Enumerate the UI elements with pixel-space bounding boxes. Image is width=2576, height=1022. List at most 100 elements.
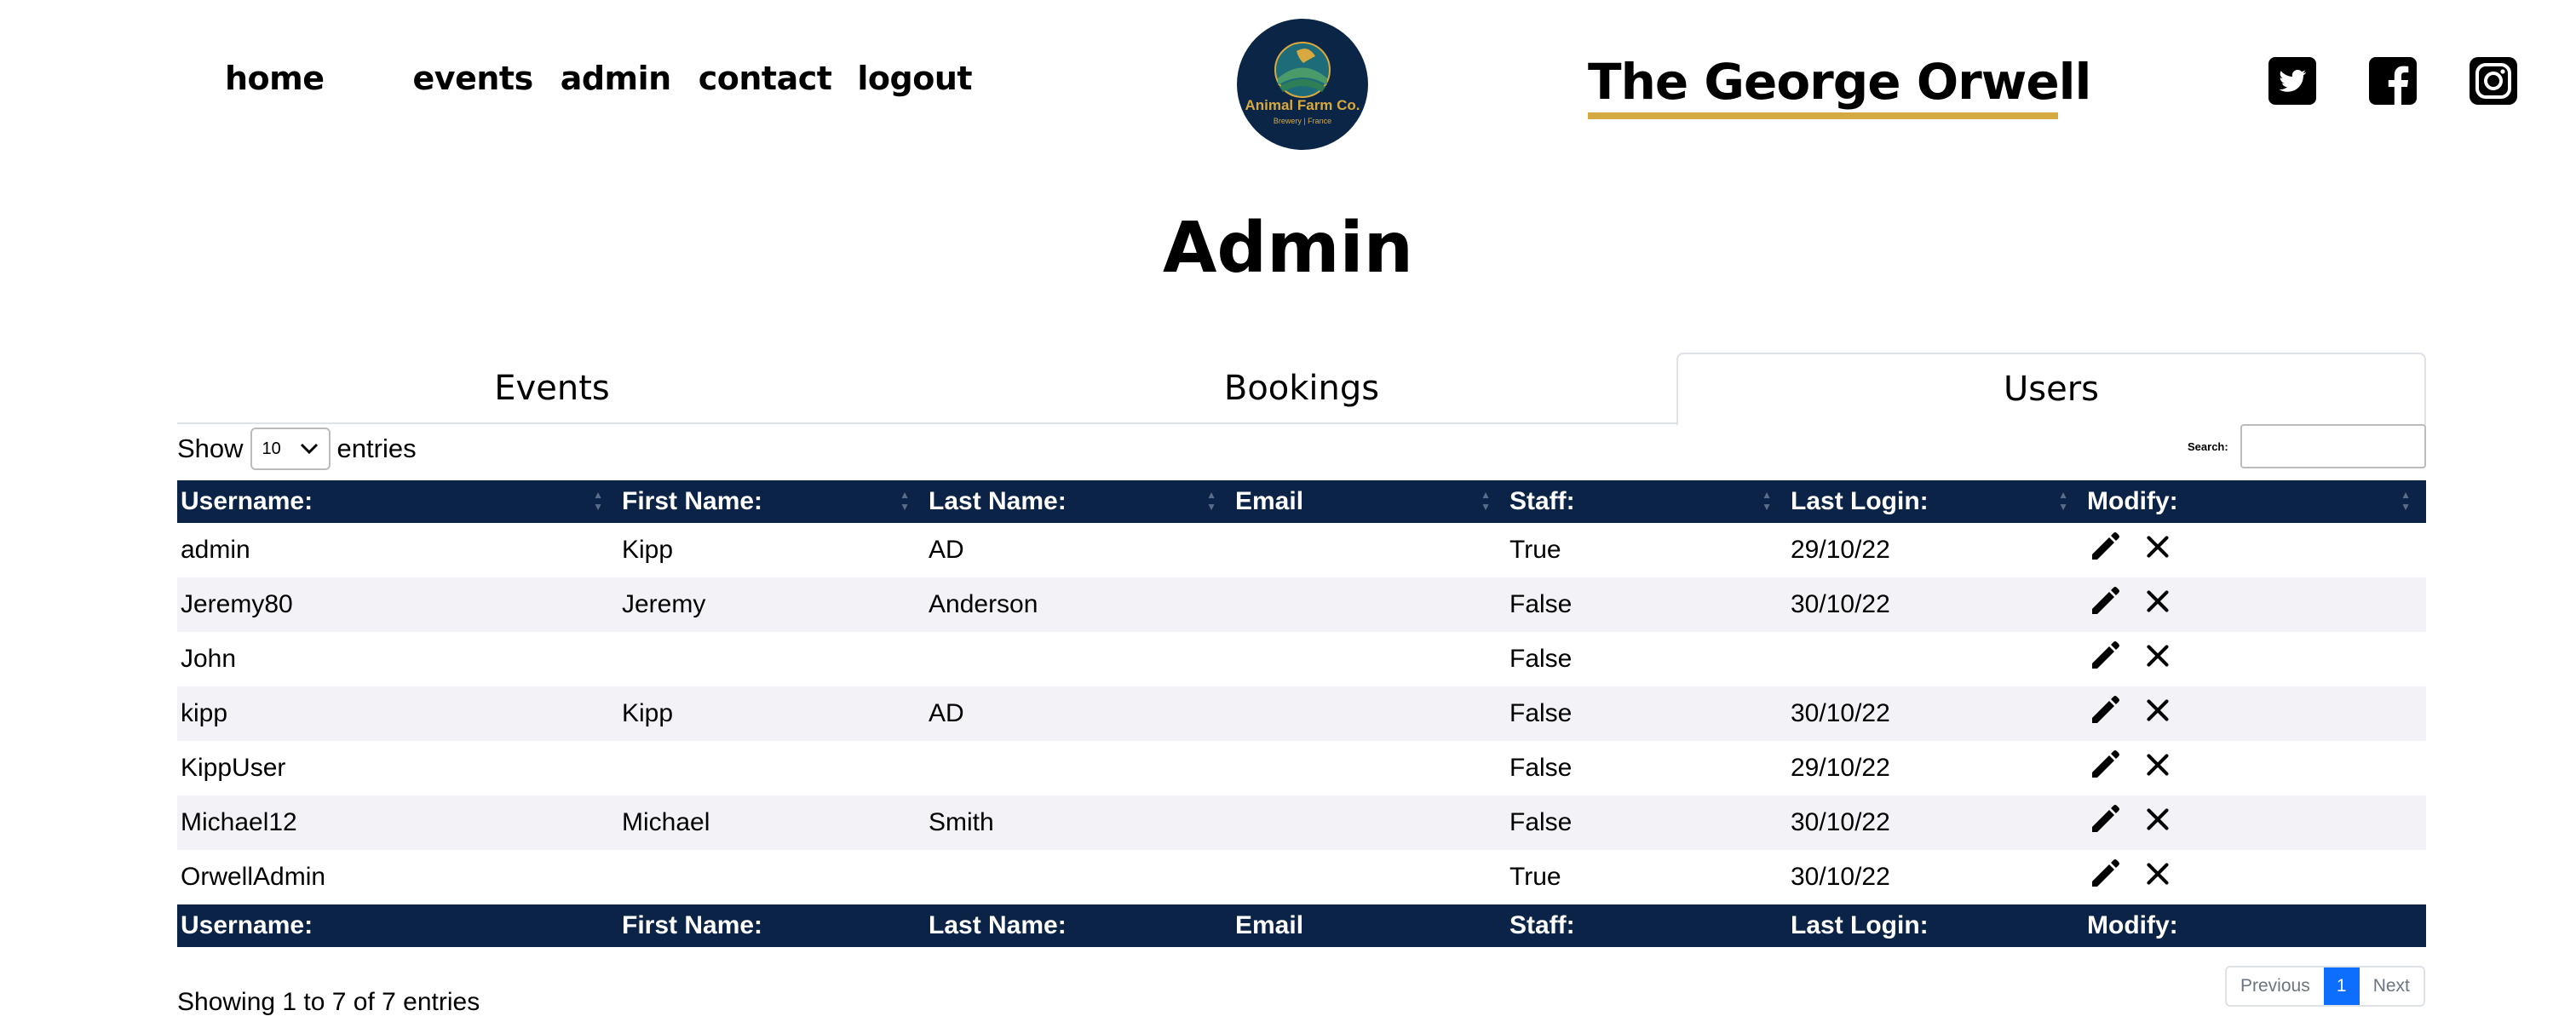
cell-first-name <box>618 741 925 795</box>
table-row: OrwellAdmin True 30/10/22 <box>177 850 2426 904</box>
table-row: Jeremy80 Jeremy Anderson False 30/10/22 <box>177 577 2426 632</box>
site-brand-title[interactable]: The George Orwell <box>1588 53 2091 111</box>
cell-email <box>1232 795 1506 850</box>
users-table-body: admin Kipp AD True 29/10/22 Jeremy80 Jeremy And… <box>177 523 2426 904</box>
footer-email: Email <box>1232 904 1506 947</box>
tab-users[interactable]: Users <box>1676 353 2426 426</box>
search-label: Search: <box>2188 440 2228 453</box>
tab-events[interactable]: Events <box>177 353 927 424</box>
delete-x-icon[interactable] <box>2143 696 2172 732</box>
cell-last-login: 29/10/22 <box>1791 536 1890 564</box>
cell-first-name: Kipp <box>618 686 925 741</box>
delete-x-icon[interactable] <box>2143 587 2172 623</box>
nav-admin-link[interactable]: admin <box>561 60 672 97</box>
sort-icon: ▲ ▼ <box>593 489 603 513</box>
pagination: Previous 1 Next <box>2225 966 2425 1007</box>
tab-bookings[interactable]: Bookings <box>927 353 1676 424</box>
edit-pencil-icon[interactable] <box>2087 692 2123 735</box>
cell-username: admin <box>181 536 250 564</box>
header-first-name[interactable]: First Name: ▲ ▼ <box>618 480 925 523</box>
cell-last-name <box>925 741 1232 795</box>
cell-last-name: AD <box>929 536 964 564</box>
header-username[interactable]: Username: ▲ ▼ <box>177 480 618 523</box>
edit-pencil-icon[interactable] <box>2087 583 2123 626</box>
page-1-button[interactable]: 1 <box>2323 967 2360 1005</box>
cell-first-name: Kipp <box>622 536 674 564</box>
cell-email <box>1232 850 1506 904</box>
edit-pencil-icon[interactable] <box>2087 801 2123 844</box>
nav-logout-link[interactable]: logout <box>857 60 972 97</box>
table-row: admin Kipp AD True 29/10/22 <box>177 523 2426 577</box>
cell-email <box>1232 632 1506 686</box>
header-modify[interactable]: Modify: ▲ ▼ <box>2084 480 2426 523</box>
header-last-login[interactable]: Last Login: ▲ ▼ <box>1787 480 2084 523</box>
next-page-button[interactable]: Next <box>2359 967 2424 1005</box>
delete-x-icon[interactable] <box>2143 805 2172 841</box>
table-header-row: Username: ▲ ▼ First Name: ▲ ▼ Last Name: ▲ ▼ E… <box>177 480 2426 523</box>
logo-subtext: Brewery | France <box>1273 117 1332 125</box>
header-email[interactable]: Email ▲ ▼ <box>1232 480 1506 523</box>
footer-first-name: First Name: <box>618 904 925 947</box>
instagram-icon[interactable] <box>2470 57 2517 105</box>
cell-username: John <box>181 645 237 673</box>
delete-x-icon[interactable] <box>2143 750 2172 786</box>
cell-username: Michael12 <box>177 795 618 850</box>
footer-username: Username: <box>177 904 618 947</box>
cell-last-login: 30/10/22 <box>1787 577 2084 632</box>
search-input[interactable] <box>2240 424 2426 468</box>
cell-last-name <box>925 632 1232 686</box>
cell-staff: True <box>1509 863 1561 891</box>
cell-last-name <box>925 850 1232 904</box>
header-last-name[interactable]: Last Name: ▲ ▼ <box>925 480 1232 523</box>
table-row: KippUser False 29/10/22 <box>177 741 2426 795</box>
admin-tabs: Events Bookings Users <box>177 353 2426 426</box>
header-staff[interactable]: Staff: ▲ ▼ <box>1506 480 1787 523</box>
edit-pencil-icon[interactable] <box>2087 747 2123 789</box>
cell-last-login: 30/10/22 <box>1787 686 2084 741</box>
sort-icon: ▲ ▼ <box>1206 489 1216 513</box>
footer-last-login: Last Login: <box>1787 904 2084 947</box>
brand-logo[interactable]: Animal Farm Co. Brewery | France <box>1237 19 1368 150</box>
cell-email <box>1232 741 1506 795</box>
table-row: John False <box>177 632 2426 686</box>
delete-x-icon[interactable] <box>2143 641 2172 677</box>
facebook-icon[interactable] <box>2369 57 2417 105</box>
page-title: Admin <box>1162 208 1414 289</box>
cell-email <box>1232 686 1506 741</box>
cell-last-login: 29/10/22 <box>1791 754 1890 782</box>
previous-page-button[interactable]: Previous <box>2227 967 2324 1005</box>
cell-modify <box>2084 795 2426 850</box>
cell-staff: False <box>1509 645 1573 673</box>
nav-contact-link[interactable]: contact <box>699 60 832 97</box>
sort-icon: ▲ ▼ <box>1481 489 1491 513</box>
cell-modify <box>2084 632 2426 686</box>
twitter-icon[interactable] <box>2268 57 2316 105</box>
cell-staff: False <box>1506 795 1787 850</box>
cell-first-name: Michael <box>618 795 925 850</box>
logo-text: Animal Farm Co. <box>1245 97 1360 113</box>
cell-last-login: 30/10/22 <box>1787 795 2084 850</box>
footer-modify: Modify: <box>2084 904 2426 947</box>
cell-staff: False <box>1506 686 1787 741</box>
cell-first-name <box>618 632 925 686</box>
delete-x-icon[interactable] <box>2143 859 2172 895</box>
table-row: Michael12 Michael Smith False 30/10/22 <box>177 795 2426 850</box>
logo-emblem-icon <box>1274 42 1331 98</box>
entries-label: entries <box>336 433 417 463</box>
page-length-select[interactable]: 10 <box>250 428 331 470</box>
cell-email <box>1232 577 1506 632</box>
table-info: Showing 1 to 7 of 7 entries <box>177 988 480 1016</box>
cell-last-name: AD <box>925 686 1232 741</box>
cell-first-name: Jeremy <box>618 577 925 632</box>
cell-last-name: Smith <box>925 795 1232 850</box>
edit-pencil-icon[interactable] <box>2087 856 2123 899</box>
nav-home-link[interactable]: home <box>225 60 325 97</box>
nav-events-link[interactable]: events <box>413 60 534 97</box>
sort-icon: ▲ ▼ <box>2401 489 2411 513</box>
cell-staff: True <box>1509 536 1561 564</box>
edit-pencil-icon[interactable] <box>2087 529 2123 571</box>
cell-username: kipp <box>177 686 618 741</box>
cell-modify <box>2084 850 2426 904</box>
delete-x-icon[interactable] <box>2143 532 2172 568</box>
edit-pencil-icon[interactable] <box>2087 638 2123 680</box>
